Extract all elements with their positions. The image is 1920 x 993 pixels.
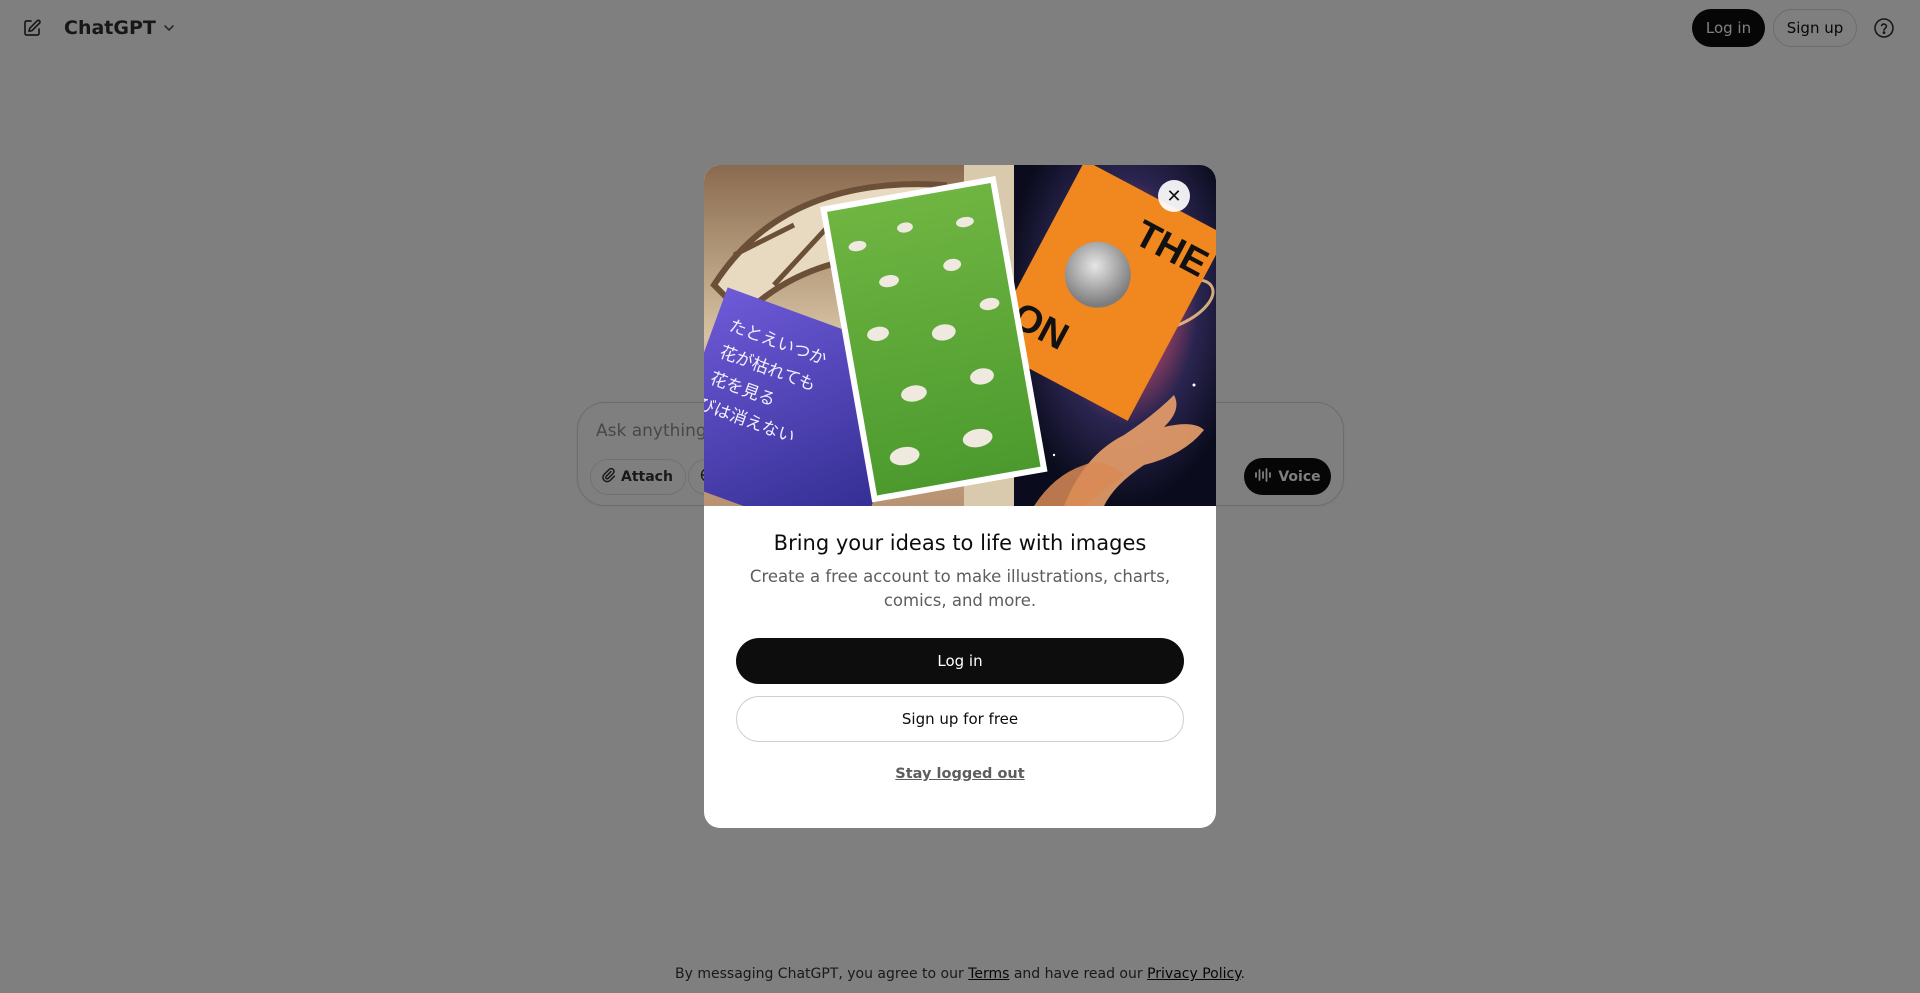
modal-subtitle: Create a free account to make illustrati… [749, 567, 1171, 610]
signup-modal: THE ON たとえいつか 花が枯れても 花を見る 喜びは消えない ✕ Brin… [704, 165, 1216, 828]
modal-signup-button[interactable]: Sign up for free [736, 696, 1184, 742]
modal-title: Bring your ideas to life with images [773, 531, 1147, 555]
hero-collage-image: THE ON たとえいつか 花が枯れても 花を見る 喜びは消えない ✕ [704, 165, 1216, 506]
star [1192, 383, 1196, 387]
modal-login-button[interactable]: Log in [736, 638, 1184, 684]
close-icon[interactable]: ✕ [1158, 180, 1190, 212]
stay-logged-out-link[interactable]: Stay logged out [704, 766, 1216, 782]
star [1052, 453, 1056, 457]
